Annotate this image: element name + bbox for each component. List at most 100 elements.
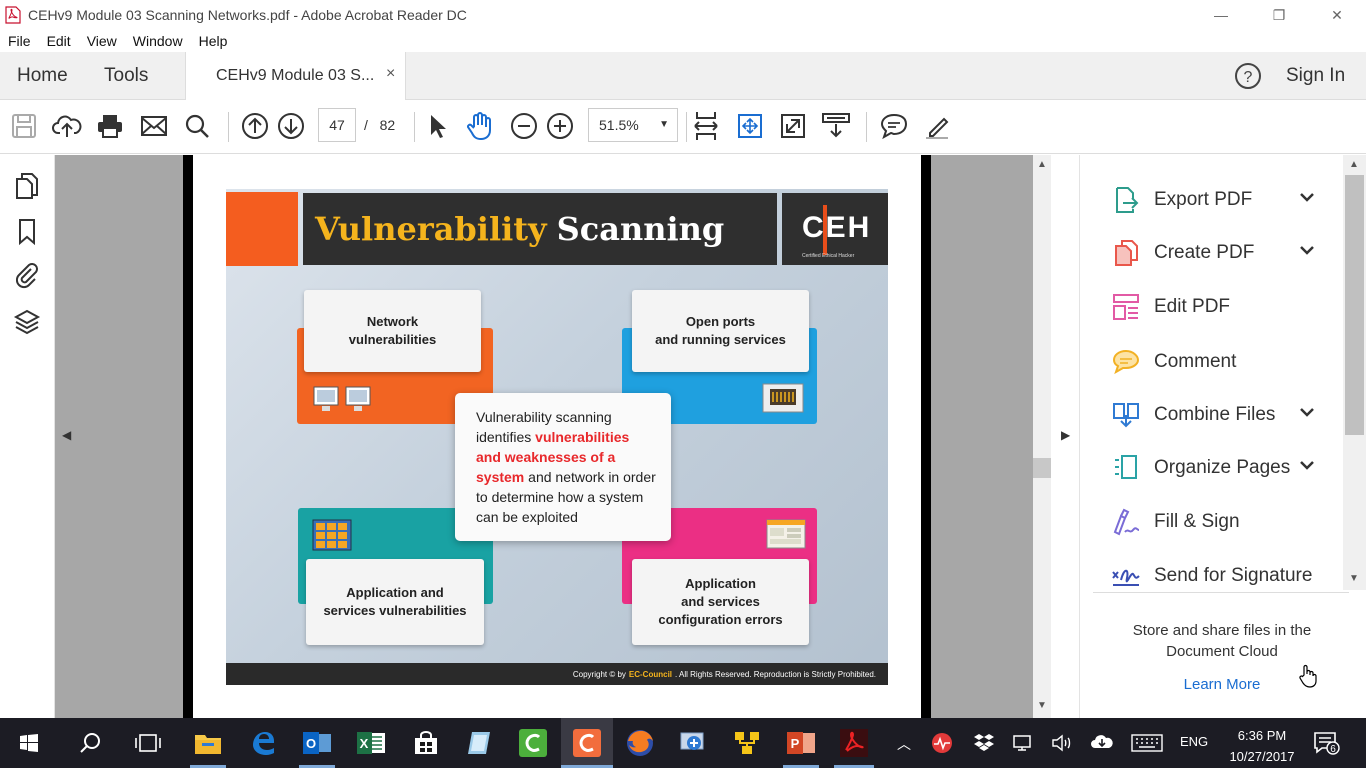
tool-export-pdf[interactable]: Export PDF bbox=[1080, 179, 1345, 219]
store-icon[interactable] bbox=[409, 726, 443, 760]
tool-edit-pdf[interactable]: Edit PDF bbox=[1080, 286, 1345, 326]
camtasia-green-icon[interactable] bbox=[516, 726, 550, 760]
document-scrollbar[interactable]: ▲ ▼ bbox=[1033, 155, 1051, 718]
page-thumbnails-icon[interactable] bbox=[13, 171, 41, 201]
excel-icon[interactable]: X bbox=[354, 726, 388, 760]
help-button[interactable]: ? bbox=[1234, 62, 1262, 90]
notifications-icon[interactable]: 6 bbox=[1313, 731, 1341, 758]
zoom-out-icon[interactable] bbox=[508, 110, 540, 142]
combine-files-icon bbox=[1111, 400, 1141, 430]
rotate-view-icon[interactable] bbox=[734, 110, 766, 142]
tool-fill-sign[interactable]: Fill & Sign bbox=[1080, 501, 1345, 541]
save-icon[interactable] bbox=[8, 110, 40, 142]
attachments-icon[interactable] bbox=[13, 261, 41, 291]
footer-brand: EC-Council bbox=[628, 669, 673, 679]
chevron-down-icon[interactable] bbox=[1297, 187, 1317, 207]
windows-start-icon[interactable] bbox=[12, 726, 46, 760]
scroll-mode-icon[interactable] bbox=[820, 110, 852, 142]
chevron-down-icon: ▼ bbox=[659, 119, 669, 130]
network-tool-icon[interactable] bbox=[676, 726, 710, 760]
search-icon[interactable] bbox=[181, 110, 213, 142]
menu-window[interactable]: Window bbox=[125, 33, 191, 49]
email-icon[interactable] bbox=[138, 110, 170, 142]
system-clock[interactable]: 6:36 PM 10/27/2017 bbox=[1214, 725, 1310, 767]
menu-edit[interactable]: Edit bbox=[39, 33, 79, 49]
layers-icon[interactable] bbox=[13, 307, 41, 337]
onedrive-icon[interactable] bbox=[1090, 733, 1114, 754]
menu-help[interactable]: Help bbox=[191, 33, 236, 49]
network-icon[interactable] bbox=[1012, 734, 1034, 755]
next-page-icon[interactable] bbox=[275, 110, 307, 142]
scrollbar-thumb[interactable] bbox=[1345, 175, 1364, 435]
help-icon: ? bbox=[1235, 63, 1261, 89]
scrollbar-thumb[interactable] bbox=[1033, 458, 1051, 478]
full-screen-icon[interactable] bbox=[777, 110, 809, 142]
firefox-icon[interactable] bbox=[623, 726, 657, 760]
volume-icon[interactable] bbox=[1051, 733, 1073, 756]
chevron-down-icon[interactable] bbox=[1297, 402, 1317, 422]
activity-monitor-icon[interactable] bbox=[931, 732, 953, 757]
card-network-vulnerabilities: Network vulnerabilities bbox=[304, 290, 481, 372]
tool-combine-files[interactable]: Combine Files bbox=[1080, 394, 1345, 434]
search-taskbar-icon[interactable] bbox=[73, 726, 107, 760]
tab-document[interactable]: CEHv9 Module 03 S... × bbox=[185, 52, 406, 101]
keyboard-icon[interactable] bbox=[1131, 734, 1163, 755]
powerpoint-icon[interactable]: P bbox=[784, 726, 818, 760]
tool-send-for-signature[interactable]: Send for Signature bbox=[1080, 555, 1345, 595]
hand-cursor-icon bbox=[1298, 664, 1318, 693]
cloud-upload-icon[interactable] bbox=[51, 110, 83, 142]
zoom-in-icon[interactable] bbox=[544, 110, 576, 142]
svg-text:X: X bbox=[360, 736, 369, 751]
collapse-left-panel-icon[interactable]: ◀ bbox=[62, 428, 71, 442]
scroll-up-icon[interactable]: ▲ bbox=[1037, 159, 1047, 170]
camtasia-orange-icon[interactable] bbox=[570, 726, 604, 760]
print-icon[interactable] bbox=[94, 110, 126, 142]
zoom-select[interactable]: 51.5% ▼ bbox=[588, 108, 678, 142]
close-window-button[interactable]: ✕ bbox=[1308, 0, 1366, 30]
file-explorer-icon[interactable] bbox=[191, 726, 225, 760]
tool-comment[interactable]: Comment bbox=[1080, 341, 1345, 381]
scroll-down-icon[interactable]: ▼ bbox=[1037, 700, 1047, 711]
scroll-down-icon[interactable]: ▼ bbox=[1349, 573, 1359, 584]
task-view-icon[interactable] bbox=[131, 726, 165, 760]
tool-label: Fill & Sign bbox=[1154, 511, 1240, 532]
bookmarks-icon[interactable] bbox=[13, 217, 41, 247]
close-tab-button[interactable]: × bbox=[386, 65, 395, 83]
minimize-button[interactable]: — bbox=[1192, 0, 1250, 30]
chevron-down-icon[interactable] bbox=[1297, 455, 1317, 475]
clock-time: 6:36 PM bbox=[1237, 728, 1287, 743]
menu-view[interactable]: View bbox=[79, 33, 125, 49]
tool-organize-pages[interactable]: Organize Pages bbox=[1080, 447, 1345, 487]
page-total: / 82 bbox=[364, 117, 395, 133]
card-config-line3: configuration errors bbox=[658, 612, 783, 627]
ebook-reader-icon[interactable] bbox=[462, 726, 496, 760]
maximize-button[interactable]: ❐ bbox=[1250, 0, 1308, 30]
acrobat-reader-icon[interactable] bbox=[837, 726, 871, 760]
tools-pane-scrollbar[interactable]: ▲ ▼ bbox=[1343, 155, 1366, 590]
collapse-right-panel-icon[interactable]: ▶ bbox=[1061, 428, 1070, 442]
fit-page-icon[interactable] bbox=[690, 110, 722, 142]
tab-tools[interactable]: Tools bbox=[104, 65, 148, 87]
outlook-icon[interactable]: O bbox=[300, 726, 334, 760]
edge-browser-icon[interactable] bbox=[246, 726, 280, 760]
network-topology-icon[interactable] bbox=[730, 726, 764, 760]
tray-chevron-up-icon[interactable]: ︿ bbox=[897, 734, 911, 754]
hand-tool-icon[interactable] bbox=[464, 110, 496, 142]
previous-page-icon[interactable] bbox=[239, 110, 271, 142]
chevron-down-icon[interactable] bbox=[1297, 240, 1317, 260]
sign-in-button[interactable]: Sign In bbox=[1286, 65, 1345, 87]
tool-label: Create PDF bbox=[1154, 242, 1255, 263]
tab-home[interactable]: Home bbox=[17, 65, 68, 87]
tool-create-pdf[interactable]: Create PDF bbox=[1080, 232, 1345, 272]
ceh-logo-subtitle: Certified Ethical Hacker bbox=[802, 253, 855, 259]
comment-tool-icon[interactable] bbox=[878, 110, 910, 142]
select-cursor-icon[interactable] bbox=[422, 110, 454, 142]
highlight-pen-icon[interactable] bbox=[921, 110, 953, 142]
dropbox-icon[interactable] bbox=[974, 733, 994, 754]
scroll-up-icon[interactable]: ▲ bbox=[1349, 159, 1359, 170]
menu-file[interactable]: File bbox=[0, 33, 39, 49]
page-number-input[interactable]: 47 bbox=[318, 108, 356, 142]
config-window-icon bbox=[766, 519, 806, 554]
language-indicator[interactable]: ENG bbox=[1180, 734, 1208, 749]
card-app-line2: services vulnerabilities bbox=[323, 603, 467, 618]
